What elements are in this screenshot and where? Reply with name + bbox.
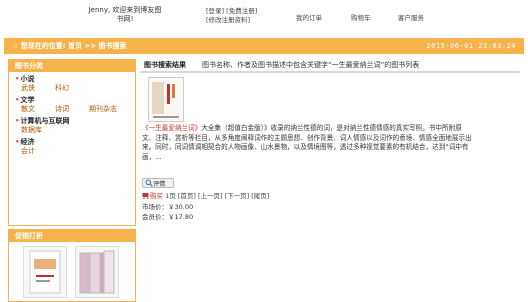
category-economics[interactable]: 经济 — [15, 138, 135, 147]
nav-cart[interactable]: 购物车 — [351, 12, 371, 22]
category-computing[interactable]: 计算机与互联网 — [15, 117, 135, 126]
category-item-wuxia[interactable]: 武侠 — [21, 84, 35, 93]
page-indicator: 1页 — [165, 192, 176, 200]
location-bar: ☆ 您现在的位置: 首页 >> 图书搜索 2015-06-01 23:03:24 — [4, 38, 524, 54]
last-page-link[interactable]: [尾页] — [251, 192, 269, 200]
category-item-prose[interactable]: 散文 — [21, 105, 35, 114]
category-item-scifi[interactable]: 科幻 — [55, 84, 69, 93]
category-title: 图书分类 — [9, 60, 135, 72]
member-price: 会员价：￥17.80 — [142, 213, 194, 221]
nav-customer-service[interactable]: 客户服务 — [398, 12, 424, 22]
book-cover-image — [79, 250, 115, 294]
review-button[interactable]: 评情 — [142, 178, 174, 188]
welcome-text: Jenny, 欢迎来到博友图书网! — [88, 6, 162, 23]
category-group-novel: 小说 武侠 科幻 — [9, 75, 135, 93]
breadcrumb: ☆ 您现在的位置: 首页 >> 图书搜索 — [12, 42, 127, 50]
auth-links: [登录] [免费注册] [修改注册资料] — [206, 7, 257, 25]
category-group-computing: 计算机与互联网 数据库 — [9, 117, 135, 135]
datetime-display: 2015-06-01 23:03:24 — [426, 42, 516, 50]
promo-book-cover-1[interactable] — [23, 246, 67, 298]
search-result-header: 图书搜索结果 图书名称、作者及图书描述中包含关键字“一生最爱纳兰词”的图书列表 — [140, 59, 520, 73]
buy-button[interactable]: 购买 — [150, 192, 163, 200]
category-panel: 图书分类 小说 武侠 科幻 文学 散文 诗词 期刊杂志 计算机与互联网 数据库 经济 … — [8, 59, 136, 226]
book-cover[interactable] — [148, 77, 184, 122]
result-description: 图书名称、作者及图书描述中包含关键字“一生最爱纳兰词”的图书列表 — [202, 61, 420, 69]
category-literature[interactable]: 文学 — [15, 96, 135, 105]
cart-icon — [142, 193, 149, 199]
nav-my-orders[interactable]: 我的订单 — [296, 12, 322, 22]
category-item-accounting[interactable]: 会计 — [21, 147, 35, 156]
book-title-link[interactable]: 《一生最爱纳兰词》 — [142, 124, 201, 132]
magnifier-icon — [145, 179, 153, 187]
buy-pagination-row: 购买 1页 [首页] [上一页] [下一页] [尾页] — [142, 191, 269, 201]
edit-profile-link[interactable]: [修改注册资料] — [206, 16, 250, 24]
book-description: 《一生最爱纳兰词》大全集（超值白金版）》收录的纳兰性德的词，是对纳兰性德情感的真… — [142, 124, 472, 162]
promo-book-cover-2[interactable] — [75, 246, 119, 298]
prev-page-link[interactable]: [上一页] — [198, 192, 223, 200]
category-item-poetry[interactable]: 诗词 — [55, 105, 69, 114]
promotion-title: 促销打折 — [9, 230, 135, 242]
register-link[interactable]: [免费注册] — [226, 7, 257, 15]
site-header: Jenny, 欢迎来到博友图书网! [登录] [免费注册] [修改注册资料] 我… — [0, 0, 528, 34]
category-item-magazines[interactable]: 期刊杂志 — [89, 105, 117, 114]
category-novel[interactable]: 小说 — [15, 75, 135, 84]
review-button-label: 评情 — [153, 181, 166, 188]
book-cover-image — [29, 250, 61, 294]
promotion-panel: 促销打折 — [8, 229, 136, 302]
book-cover-image — [149, 78, 183, 121]
first-page-link[interactable]: [首页] — [178, 192, 196, 200]
market-price: 市场价：￥30.00 — [142, 203, 194, 211]
category-group-literature: 文学 散文 诗词 期刊杂志 — [9, 96, 135, 114]
category-item-database[interactable]: 数据库 — [21, 126, 42, 135]
category-group-economics: 经济 会计 — [9, 138, 135, 156]
next-page-link[interactable]: [下一页] — [225, 192, 250, 200]
login-link[interactable]: [登录] — [206, 7, 224, 15]
result-title: 图书搜索结果 — [144, 61, 186, 69]
